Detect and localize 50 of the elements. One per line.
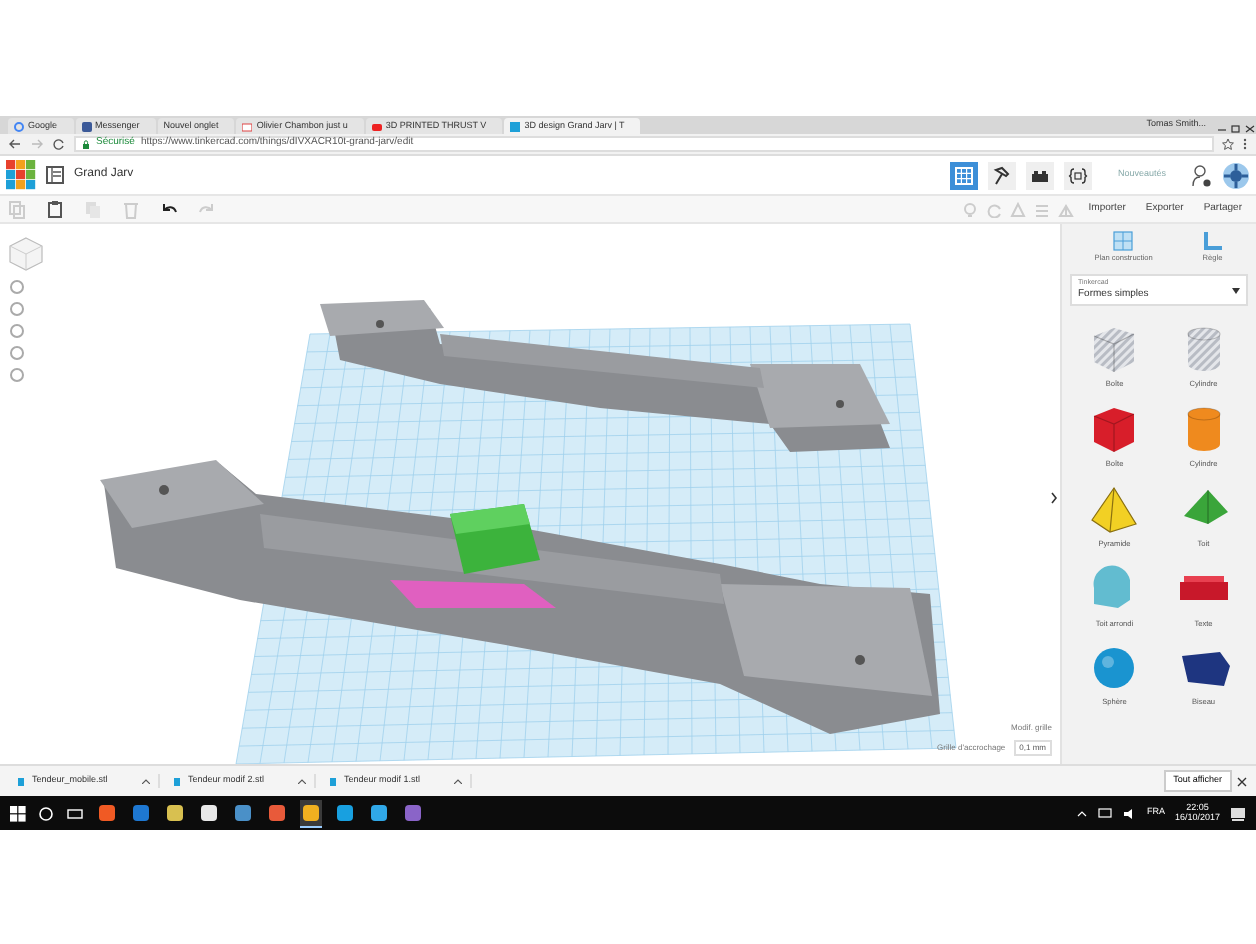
file-icon (172, 775, 182, 787)
g-logo-icon (14, 121, 24, 131)
file-icon (328, 775, 338, 787)
notification-icon[interactable] (1230, 805, 1246, 821)
code-icon (1067, 165, 1088, 185)
workplane-icon (1112, 230, 1135, 252)
grid-view-button[interactable] (949, 161, 978, 189)
chevron-right-icon[interactable] (1050, 492, 1058, 504)
taskbar-app[interactable] (300, 799, 322, 827)
taskbar-app[interactable] (198, 799, 220, 827)
taskbar-app[interactable] (232, 799, 254, 827)
chevron-icon[interactable] (298, 778, 306, 784)
star-icon[interactable] (1222, 138, 1234, 150)
taskbar-app[interactable] (368, 799, 390, 827)
back-arrow-icon[interactable] (8, 138, 22, 150)
close-icon[interactable] (1244, 124, 1256, 134)
network-icon[interactable] (1098, 807, 1113, 819)
grid-icon (953, 165, 974, 185)
taskbar-app[interactable] (334, 799, 356, 827)
square-logo-icon (510, 121, 521, 131)
task-view-icon[interactable] (66, 805, 84, 821)
taskbar-app[interactable] (164, 799, 186, 827)
code-view-button[interactable] (1063, 161, 1092, 189)
avatar-icon[interactable] (1222, 161, 1250, 189)
user-settings-icon[interactable] (1192, 163, 1212, 187)
minimize-icon[interactable] (1216, 124, 1228, 134)
caret-icon (1232, 287, 1240, 294)
maximize-icon[interactable] (1230, 124, 1242, 134)
chevron-up-icon[interactable] (1076, 808, 1089, 818)
f-logo-icon (81, 121, 92, 131)
ruler-icon (1201, 230, 1224, 252)
design-list-icon[interactable] (46, 166, 64, 184)
more-icon[interactable] (1242, 138, 1248, 150)
play-icon (371, 121, 382, 131)
bricks-view-button[interactable] (1025, 161, 1054, 189)
hammer-view-button[interactable] (987, 161, 1016, 189)
lock-icon (82, 139, 90, 149)
close-icon[interactable] (1236, 775, 1248, 787)
bricks-icon (1029, 165, 1050, 185)
speaker-icon[interactable] (1122, 807, 1137, 819)
chevron-icon[interactable] (454, 778, 462, 784)
file-icon (16, 775, 26, 787)
paste-icon[interactable] (46, 199, 64, 219)
reload-icon[interactable] (52, 138, 66, 150)
windows-logo-icon[interactable] (10, 805, 26, 821)
taskbar-app[interactable] (96, 799, 118, 827)
logo-icon[interactable] (6, 160, 36, 190)
search-icon[interactable] (38, 805, 54, 821)
hammer-icon (991, 165, 1012, 185)
chevron-icon[interactable] (142, 778, 150, 784)
